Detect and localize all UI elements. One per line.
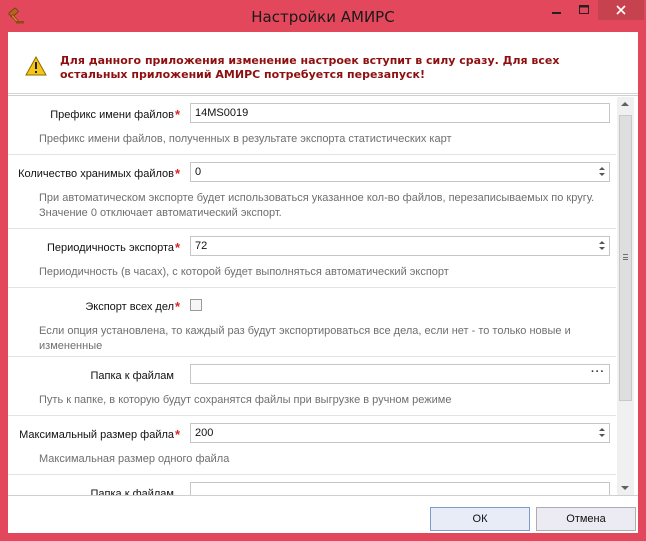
vertical-scrollbar[interactable] xyxy=(617,97,634,495)
folder-path-input-2[interactable] xyxy=(190,482,610,495)
warning-icon xyxy=(25,56,47,76)
spin-up-icon[interactable] xyxy=(599,167,605,170)
stored-files-stepper[interactable]: 0 xyxy=(190,162,610,182)
spin-down-icon[interactable] xyxy=(599,173,605,176)
folder-path-input[interactable]: ··· xyxy=(190,364,610,384)
stored-files-value: 0 xyxy=(195,166,202,178)
scroll-thumb[interactable] xyxy=(619,115,632,401)
export-all-checkbox[interactable] xyxy=(190,299,202,311)
setting-description: Периодичность (в часах), с которой будет… xyxy=(39,266,449,278)
setting-label: Экспорт всех дел xyxy=(85,301,174,313)
setting-label: Папка к файлам xyxy=(90,488,175,496)
setting-label: Периодичность экспорта xyxy=(46,242,174,254)
minimize-button[interactable] xyxy=(544,0,570,20)
setting-row-file-prefix: Префикс имени файлов * 14MS0019 Префикс … xyxy=(8,96,616,155)
spin-buttons[interactable] xyxy=(597,164,607,180)
setting-description: При автоматическом экспорте будет исполь… xyxy=(39,192,595,219)
grip-icon xyxy=(623,254,628,260)
spin-buttons[interactable] xyxy=(597,425,607,441)
dialog-footer: ОК Отмена xyxy=(8,497,638,533)
setting-label: Количество хранимых файлов xyxy=(18,168,174,180)
export-period-value: 72 xyxy=(195,240,208,252)
required-mark: * xyxy=(175,107,181,122)
warning-banner: Для данного приложения изменение настрое… xyxy=(8,32,638,94)
required-mark: * xyxy=(175,299,181,314)
setting-label: Префикс имени файлов xyxy=(50,109,174,121)
settings-window: Настройки АМИРС Для данного приложения и… xyxy=(0,0,646,541)
setting-row-folder-2: Папка к файлам xyxy=(8,475,616,496)
max-size-stepper[interactable]: 200 xyxy=(190,423,610,443)
setting-description: Префикс имени файлов, полученных в резул… xyxy=(39,133,452,145)
setting-label: Максимальный размер файла xyxy=(19,429,174,441)
close-button[interactable] xyxy=(598,0,644,20)
setting-description: Максимальная размер одного файла xyxy=(39,453,230,465)
browse-button[interactable]: ··· xyxy=(591,366,605,378)
spin-buttons[interactable] xyxy=(597,238,607,254)
spin-down-icon[interactable] xyxy=(599,247,605,250)
cancel-button[interactable]: Отмена xyxy=(536,507,636,531)
scroll-up-icon[interactable] xyxy=(621,102,629,106)
settings-list[interactable]: Префикс имени файлов * 14MS0019 Префикс … xyxy=(8,95,638,496)
minimize-icon xyxy=(552,12,561,14)
maximize-button[interactable] xyxy=(571,0,597,20)
ok-button[interactable]: ОК xyxy=(430,507,530,531)
setting-label: Папка к файлам xyxy=(90,370,175,382)
spin-up-icon[interactable] xyxy=(599,241,605,244)
max-size-value: 200 xyxy=(195,427,214,439)
setting-description: Если опция установлена, то каждый раз бу… xyxy=(39,325,571,352)
scroll-down-icon[interactable] xyxy=(621,486,629,490)
required-mark: * xyxy=(175,240,181,255)
dialog-body: Для данного приложения изменение настрое… xyxy=(8,32,638,533)
setting-row-max-size: Максимальный размер файла * 200 Максимал… xyxy=(8,416,616,475)
spin-down-icon[interactable] xyxy=(599,434,605,437)
setting-row-export-period: Периодичность экспорта * 72 Периодичност… xyxy=(8,229,616,288)
required-mark: * xyxy=(175,427,181,442)
setting-row-export-all: Экспорт всех дел * Если опция установлен… xyxy=(8,288,616,357)
setting-row-stored-files: Количество хранимых файлов * 0 При автом… xyxy=(8,155,616,229)
close-icon xyxy=(616,5,626,15)
setting-row-folder: Папка к файлам ··· Путь к папке, в котор… xyxy=(8,357,616,416)
setting-description: Путь к папке, в которую будут сохранятся… xyxy=(39,394,452,406)
title-bar[interactable]: Настройки АМИРС xyxy=(0,0,646,32)
required-mark: * xyxy=(175,166,181,181)
file-prefix-input[interactable]: 14MS0019 xyxy=(190,103,610,123)
warning-text: Для данного приложения изменение настрое… xyxy=(60,54,560,81)
spin-up-icon[interactable] xyxy=(599,428,605,431)
export-period-stepper[interactable]: 72 xyxy=(190,236,610,256)
maximize-icon xyxy=(578,5,589,14)
